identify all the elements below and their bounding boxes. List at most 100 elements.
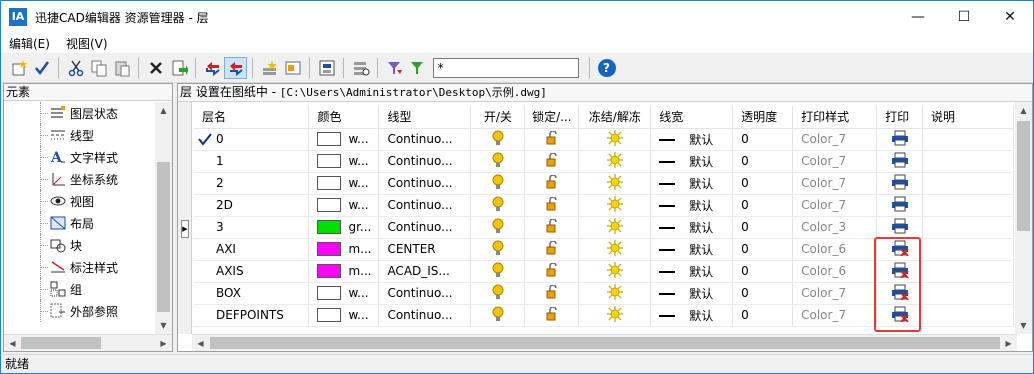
description-cell[interactable] (922, 128, 1014, 151)
lock-cell[interactable] (524, 172, 580, 195)
transparency-cell[interactable]: 0 (732, 260, 794, 283)
tree-item[interactable]: 组 (4, 278, 154, 300)
export-button[interactable] (167, 57, 190, 79)
column-header[interactable]: 线宽 (650, 106, 734, 129)
freeze-cell[interactable] (578, 216, 652, 239)
transparency-cell[interactable]: 0 (732, 216, 794, 239)
tree-item[interactable]: 图层状态 (4, 102, 154, 124)
refresh-button[interactable] (201, 57, 224, 79)
layer-name-cell[interactable]: 3 (194, 216, 310, 239)
plot-style-cell[interactable]: Color_6 (792, 260, 878, 283)
plot-style-cell[interactable]: Color_7 (792, 282, 878, 305)
description-cell[interactable] (922, 172, 1014, 195)
freeze-cell[interactable] (578, 194, 652, 217)
column-header[interactable]: 线型 (378, 106, 472, 129)
plot-style-cell[interactable]: Color_3 (792, 216, 878, 239)
linetype-cell[interactable]: Continuo... (378, 128, 472, 151)
scroll-up-icon[interactable]: ▲ (155, 102, 172, 119)
lock-cell[interactable] (524, 260, 580, 283)
expand-arrow-icon[interactable]: ▶ (181, 220, 189, 238)
lock-cell[interactable] (524, 150, 580, 173)
freeze-cell[interactable] (578, 150, 652, 173)
filter-button[interactable] (383, 57, 406, 79)
layer-filter-button[interactable] (349, 57, 372, 79)
column-header[interactable]: 开/关 (470, 106, 526, 129)
tree-item[interactable]: 视图 (4, 190, 154, 212)
plot-cell[interactable] (876, 194, 924, 217)
plot-cell[interactable] (876, 128, 924, 151)
lock-cell[interactable] (524, 194, 580, 217)
layer-props-button[interactable] (281, 57, 304, 79)
scroll-thumb[interactable] (21, 337, 101, 349)
scroll-thumb[interactable] (157, 162, 170, 312)
plot-style-cell[interactable]: Color_7 (792, 194, 878, 217)
scroll-thumb[interactable] (210, 337, 1000, 349)
elements-vertical-scrollbar[interactable]: ▲ ▼ (155, 102, 172, 334)
transparency-cell[interactable]: 0 (732, 172, 794, 195)
on-off-cell[interactable] (470, 194, 526, 217)
column-header[interactable]: 打印样式 (792, 106, 878, 129)
color-cell[interactable]: w... (308, 304, 380, 327)
tree-item[interactable]: 外部参照 (4, 300, 154, 322)
layer-name-cell[interactable]: 2 (194, 172, 310, 195)
tree-item[interactable]: 布局 (4, 212, 154, 234)
linetype-cell[interactable]: CENTER (378, 238, 472, 261)
scroll-right-icon[interactable]: ▶ (155, 335, 172, 352)
plot-cell[interactable] (876, 172, 924, 195)
lineweight-cell[interactable]: 默认 (650, 304, 734, 327)
tree-item[interactable]: 线型 (4, 124, 154, 146)
column-header[interactable]: 冻结/解冻 (578, 106, 652, 129)
color-cell[interactable]: w... (308, 194, 380, 217)
layer-name-cell[interactable]: 1 (194, 150, 310, 173)
plot-style-cell[interactable]: Color_7 (792, 172, 878, 195)
help-button[interactable]: ? (595, 57, 618, 79)
transparency-cell[interactable]: 0 (732, 238, 794, 261)
layer-name-cell[interactable]: BOX (194, 282, 310, 305)
tree-item[interactable]: A 文字样式 (4, 146, 154, 168)
layer-name-cell[interactable]: DEFPOINTS (194, 304, 310, 327)
on-off-cell[interactable] (470, 260, 526, 283)
on-off-cell[interactable] (470, 150, 526, 173)
table-row[interactable]: 2 w... Continuo... 默认 0 Color_7 (194, 172, 1014, 195)
scroll-left-icon[interactable]: ◀ (192, 335, 209, 352)
freeze-cell[interactable] (578, 260, 652, 283)
plot-style-cell[interactable]: Color_7 (792, 304, 878, 327)
scroll-up-icon[interactable]: ▲ (1015, 102, 1032, 119)
on-off-cell[interactable] (470, 282, 526, 305)
transparency-cell[interactable]: 0 (732, 304, 794, 327)
layer-name-cell[interactable]: 2D (194, 194, 310, 217)
lineweight-cell[interactable]: 默认 (650, 128, 734, 151)
plot-style-cell[interactable]: Color_6 (792, 238, 878, 261)
filter-input[interactable]: * (433, 57, 579, 78)
scroll-thumb[interactable] (1017, 121, 1030, 231)
column-header[interactable]: 透明度 (732, 106, 794, 129)
linetype-cell[interactable]: Continuo... (378, 304, 472, 327)
lineweight-cell[interactable]: 默认 (650, 150, 734, 173)
column-header[interactable]: 锁定/... (524, 106, 580, 129)
linetype-cell[interactable]: ACAD_IS... (378, 260, 472, 283)
transparency-cell[interactable]: 0 (732, 194, 794, 217)
layer-name-cell[interactable]: AXI (194, 238, 310, 261)
color-cell[interactable]: w... (308, 128, 380, 151)
minimize-button[interactable]: — (895, 1, 941, 33)
freeze-cell[interactable] (578, 282, 652, 305)
column-header[interactable]: 说明 (922, 106, 1014, 129)
lock-cell[interactable] (524, 304, 580, 327)
freeze-cell[interactable] (578, 304, 652, 327)
scroll-left-icon[interactable]: ◀ (4, 335, 21, 352)
new-layer-button[interactable] (7, 57, 30, 79)
freeze-cell[interactable] (578, 128, 652, 151)
invert-filter-button[interactable] (406, 57, 429, 79)
plot-cell[interactable] (876, 150, 924, 173)
layers-horizontal-scrollbar[interactable]: ◀ ▶ (192, 334, 1017, 351)
on-off-cell[interactable] (470, 172, 526, 195)
color-cell[interactable]: w... (308, 172, 380, 195)
description-cell[interactable] (922, 304, 1014, 327)
layer-states-button[interactable] (258, 57, 281, 79)
table-row[interactable]: 0 w... Continuo... 默认 0 Color_7 (194, 128, 1014, 151)
lineweight-cell[interactable]: 默认 (650, 194, 734, 217)
lineweight-cell[interactable]: 默认 (650, 260, 734, 283)
lineweight-cell[interactable]: 默认 (650, 282, 734, 305)
linetype-cell[interactable]: Continuo... (378, 150, 472, 173)
description-cell[interactable] (922, 194, 1014, 217)
